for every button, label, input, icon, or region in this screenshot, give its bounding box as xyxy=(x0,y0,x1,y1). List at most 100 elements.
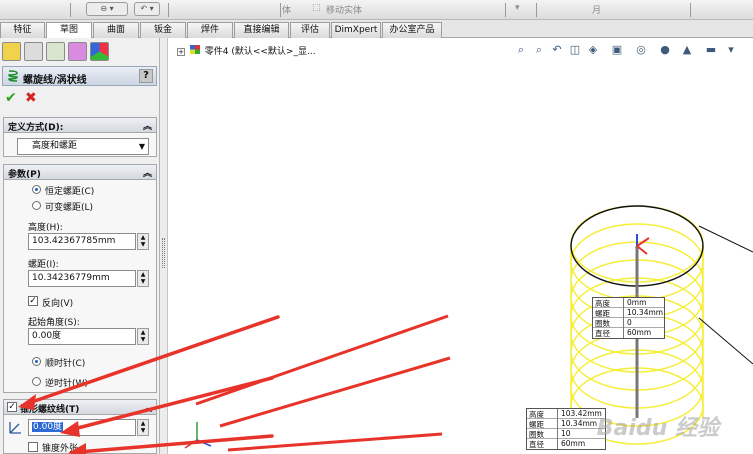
chevron-down-icon: ▼ xyxy=(138,142,145,151)
triad-handle[interactable] xyxy=(636,234,650,255)
radio-variable-pitch-label: 可变螺距(L) xyxy=(45,203,94,213)
reverse-checkbox[interactable]: ✓ xyxy=(28,296,38,306)
taper-angle-input[interactable]: 0.00度 xyxy=(28,419,136,436)
dimxpert-manager-icon[interactable] xyxy=(68,42,87,61)
collapse-icon[interactable]: ︽ xyxy=(143,119,152,132)
taper-angle-spinner[interactable]: ▲ ▼ xyxy=(137,419,149,436)
toolbar-separator xyxy=(168,3,169,17)
cancel-button[interactable]: ✖ xyxy=(25,91,39,105)
callout-value[interactable]: 10.34mm xyxy=(557,419,597,429)
tab-sheetmetal[interactable]: 钣金 xyxy=(140,22,186,38)
graphics-area[interactable]: + 零件4 (默认<<默认>_显... ⌕ ⌕ ↶ ◫ ◈ ▣ ◎ ● ▲ ▬ … xyxy=(169,38,753,454)
height-spinner[interactable]: ▲ ▼ xyxy=(137,233,149,250)
tab-direct-edit[interactable]: 直接编辑 xyxy=(234,22,289,38)
callout-value[interactable]: 10 xyxy=(557,429,571,439)
tab-evaluate[interactable]: 评估 xyxy=(290,22,330,38)
callout-value[interactable]: 60mm xyxy=(557,439,585,449)
toolbar-separator xyxy=(505,3,506,17)
toolbar-dropdown-2[interactable]: ↶ ▾ xyxy=(134,2,160,16)
feature-manager-icon[interactable] xyxy=(2,42,21,61)
tab-features[interactable]: 特征 xyxy=(0,22,45,38)
start-angle-spinner[interactable]: ▲ ▼ xyxy=(137,328,149,345)
definition-section: 定义方式(D): ︽ 高度和螺距 ▼ xyxy=(3,117,157,157)
toolbar-separator xyxy=(536,3,537,17)
radio-constant-pitch-label: 恒定螺距(C) xyxy=(45,187,95,197)
tab-sketch[interactable]: 草图 xyxy=(46,22,92,39)
reverse-label: 反向(V) xyxy=(42,299,74,309)
ok-button[interactable]: ✔ xyxy=(5,91,19,105)
toolbar-separator xyxy=(70,3,71,17)
top-toolbar: ⊖ ▾ ↶ ▾ 体 ⬚ 移动实体 ▾ 月 xyxy=(0,0,753,20)
callout-value[interactable]: 0mm xyxy=(623,298,646,308)
toolbar-separator xyxy=(690,3,691,17)
panel-splitter[interactable] xyxy=(160,38,168,454)
parameters-section: 参数(P) ︽ 恒定螺距(C) 可变螺距(L) 高度(H): 103.42367… xyxy=(3,164,157,393)
taper-section-title: 锥形螺纹线(T) xyxy=(20,405,80,415)
tab-weldments[interactable]: 焊件 xyxy=(187,22,233,38)
property-manager-icon[interactable] xyxy=(24,42,43,61)
callout-value[interactable]: 10.34mm xyxy=(623,308,663,318)
parameters-section-header[interactable]: 参数(P) ︽ xyxy=(4,165,156,180)
definition-type-select[interactable]: 高度和螺距 ▼ xyxy=(17,138,149,155)
height-label: 高度(H): xyxy=(28,223,63,233)
toolbar-dropdown-arrow[interactable]: ▾ xyxy=(515,3,520,13)
callout-row: 圈数 10 xyxy=(527,429,605,439)
callout-value[interactable]: 103.42mm xyxy=(557,409,602,419)
collapse-icon[interactable]: ︽ xyxy=(143,166,152,179)
start-angle-label: 起始角度(S): xyxy=(28,318,80,328)
helix-callout-end[interactable]: 高度 103.42mm 螺距 10.34mm 圈数 10 直径 60mm xyxy=(526,408,606,450)
property-manager: 螺旋线/涡状线 ? ✔ ✖ 定义方式(D): ︽ 高度和螺距 ▼ 参数(P) ︽… xyxy=(0,38,160,454)
command-tabs: 特征 草图 曲面 钣金 焊件 直接编辑 评估 DimXpert 办公室产品 xyxy=(0,20,753,39)
callout-value[interactable]: 60mm xyxy=(623,328,651,338)
toolbar-text-partial-2: 月 xyxy=(592,6,602,16)
callout-row: 高度 0mm xyxy=(593,298,664,308)
radio-variable-pitch[interactable] xyxy=(32,201,41,210)
helix-preview[interactable] xyxy=(169,38,753,454)
helix-callout-start[interactable]: 高度 0mm 螺距 10.34mm 圈数 0 直径 60mm xyxy=(592,297,665,339)
radio-counterclockwise[interactable] xyxy=(32,377,41,386)
callout-row: 圈数 0 xyxy=(593,318,664,328)
feature-title-bar: 螺旋线/涡状线 ? xyxy=(2,66,157,86)
watermark-text: Baidu 经验 xyxy=(596,416,719,441)
start-angle-input[interactable]: 0.00度 xyxy=(28,328,136,345)
pitch-input[interactable]: 10.34236779mm xyxy=(28,270,136,287)
collapse-icon[interactable]: ︽ xyxy=(143,401,152,414)
taper-outward-label: 锥度外张 xyxy=(42,444,79,454)
move-solid-icon[interactable]: ⬚ xyxy=(312,3,321,13)
splitter-grip[interactable] xyxy=(162,238,165,268)
pitch-label: 螺距(I): xyxy=(28,260,59,270)
tab-surface[interactable]: 曲面 xyxy=(93,22,139,38)
radio-clockwise[interactable] xyxy=(32,357,41,366)
taper-outward-checkbox[interactable] xyxy=(28,442,38,452)
annotation-arrows xyxy=(195,314,451,452)
help-button[interactable]: ? xyxy=(139,69,153,83)
config-manager-icon[interactable] xyxy=(46,42,65,61)
feature-title: 螺旋线/涡状线 xyxy=(23,75,87,86)
taper-section-header[interactable]: ✓ 锥形螺纹线(T) ︽ xyxy=(4,400,156,415)
taper-angle-value: 0.00度 xyxy=(32,422,64,432)
taper-section: ✓ 锥形螺纹线(T) ︽ 0.00度 ▲ ▼ 锥度外张 xyxy=(3,399,157,454)
diameter-leader-2 xyxy=(698,317,753,365)
tab-dimxpert[interactable]: DimXpert xyxy=(331,22,381,38)
callout-row: 高度 103.42mm xyxy=(527,409,605,419)
definition-type-value: 高度和螺距 xyxy=(32,141,78,151)
callout-row: 螺距 10.34mm xyxy=(527,419,605,429)
callout-value[interactable]: 0 xyxy=(623,318,632,328)
taper-checkbox[interactable]: ✓ xyxy=(7,402,17,412)
parameters-section-title: 参数(P) xyxy=(8,170,41,180)
callout-row: 直径 60mm xyxy=(593,328,664,338)
radio-clockwise-label: 顺时针(C) xyxy=(45,359,86,369)
callout-key: 直径 xyxy=(529,440,544,449)
helix-icon xyxy=(8,70,18,82)
toolbar-text-partial-1: 体 xyxy=(282,6,292,16)
tab-office[interactable]: 办公室产品 xyxy=(382,22,442,38)
pitch-spinner[interactable]: ▲ ▼ xyxy=(137,270,149,287)
height-input[interactable]: 103.42367785mm xyxy=(28,233,136,250)
toolbar-dropdown-1[interactable]: ⊖ ▾ xyxy=(86,2,128,16)
radio-constant-pitch[interactable] xyxy=(32,185,41,194)
callout-key: 直径 xyxy=(595,329,610,338)
definition-section-header[interactable]: 定义方式(D): ︽ xyxy=(4,118,156,133)
move-solid-label[interactable]: 移动实体 xyxy=(326,3,362,16)
callout-row: 直径 60mm xyxy=(527,439,605,449)
display-manager-icon[interactable] xyxy=(90,42,109,61)
